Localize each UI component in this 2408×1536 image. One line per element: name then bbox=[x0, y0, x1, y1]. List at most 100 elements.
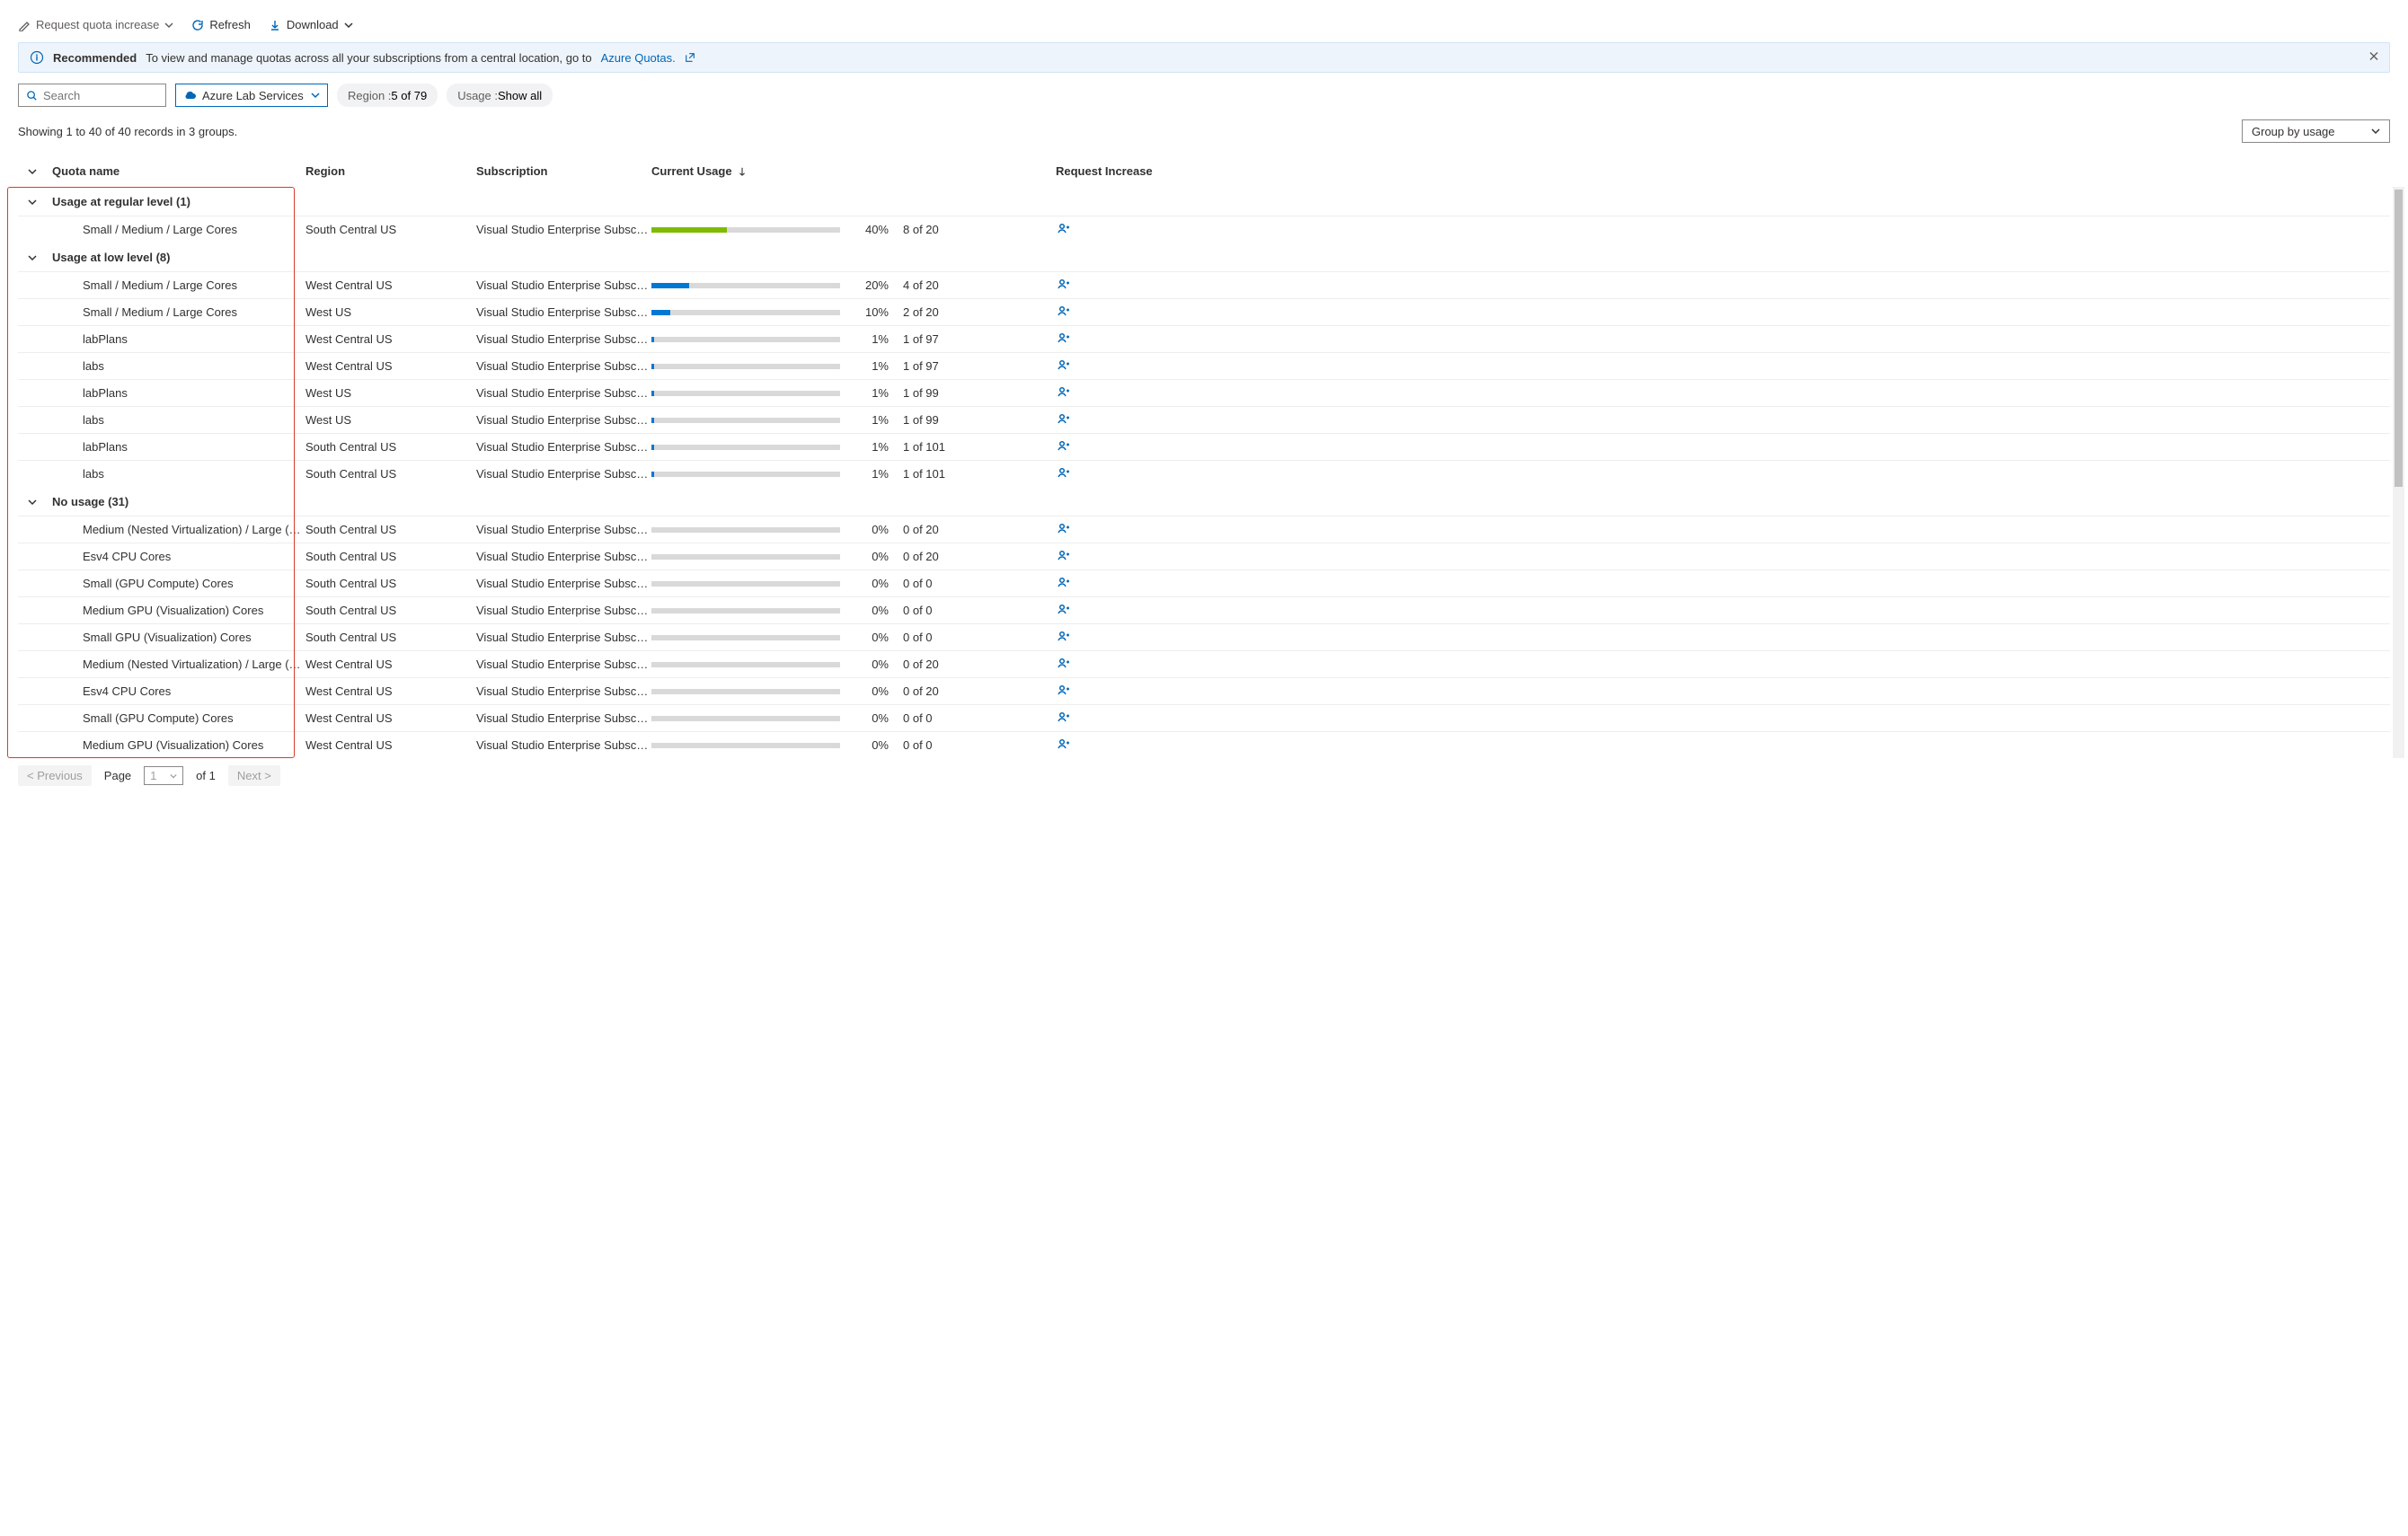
request-increase-button[interactable] bbox=[1056, 305, 1164, 320]
cell-usage: 1% bbox=[651, 440, 903, 454]
person-add-icon bbox=[1056, 657, 1070, 669]
column-header-usage[interactable]: Current Usage bbox=[651, 164, 903, 178]
column-header-name[interactable]: Quota name bbox=[47, 164, 305, 178]
request-increase-button[interactable] bbox=[1056, 412, 1164, 428]
scrollbar-thumb[interactable] bbox=[2395, 190, 2403, 487]
table-row[interactable]: labsWest Central USVisual Studio Enterpr… bbox=[18, 352, 2390, 379]
table-row[interactable]: Small (GPU Compute) CoresSouth Central U… bbox=[18, 569, 2390, 596]
filter-row: Azure Lab Services Region : 5 of 79 Usag… bbox=[18, 84, 2390, 107]
cell-count: 0 of 0 bbox=[903, 604, 1056, 617]
usage-bar bbox=[651, 418, 840, 423]
cell-count: 1 of 97 bbox=[903, 332, 1056, 346]
cell-usage: 10% bbox=[651, 305, 903, 319]
cell-quota-name: labPlans bbox=[47, 440, 305, 454]
cell-region: West Central US bbox=[305, 711, 476, 725]
expand-all-toggle[interactable] bbox=[18, 167, 47, 176]
cell-usage: 0% bbox=[651, 523, 903, 536]
request-increase-button[interactable] bbox=[1056, 576, 1164, 591]
person-add-icon bbox=[1056, 331, 1070, 344]
cell-count: 4 of 20 bbox=[903, 278, 1056, 292]
table-row[interactable]: Small / Medium / Large CoresWest Central… bbox=[18, 271, 2390, 298]
table-row[interactable]: Medium GPU (Visualization) CoresSouth Ce… bbox=[18, 596, 2390, 623]
group-by-dropdown[interactable]: Group by usage bbox=[2242, 119, 2390, 143]
request-increase-button[interactable] bbox=[1056, 358, 1164, 374]
table-row[interactable]: labPlansWest Central USVisual Studio Ent… bbox=[18, 325, 2390, 352]
cell-region: South Central US bbox=[305, 467, 476, 481]
table-row[interactable]: labPlansWest USVisual Studio Enterprise … bbox=[18, 379, 2390, 406]
usage-filter-pill[interactable]: Usage : Show all bbox=[447, 84, 553, 107]
request-increase-button[interactable] bbox=[1056, 549, 1164, 564]
region-filter-key: Region : bbox=[348, 89, 391, 102]
usage-percent: 0% bbox=[849, 577, 889, 590]
usage-bar bbox=[651, 364, 840, 369]
request-increase-button[interactable] bbox=[1056, 222, 1164, 237]
cell-region: West US bbox=[305, 305, 476, 319]
cell-region: South Central US bbox=[305, 577, 476, 590]
person-add-icon bbox=[1056, 576, 1070, 588]
provider-dropdown[interactable]: Azure Lab Services bbox=[175, 84, 328, 107]
request-increase-button[interactable] bbox=[1056, 385, 1164, 401]
request-increase-button[interactable] bbox=[1056, 603, 1164, 618]
usage-percent: 1% bbox=[849, 440, 889, 454]
banner-close-button[interactable] bbox=[2368, 50, 2380, 66]
table-row[interactable]: Esv4 CPU CoresSouth Central USVisual Stu… bbox=[18, 543, 2390, 569]
request-increase-button[interactable] bbox=[1056, 466, 1164, 481]
search-input[interactable] bbox=[43, 89, 158, 102]
person-add-icon bbox=[1056, 439, 1070, 452]
request-quota-increase-button[interactable]: Request quota increase bbox=[18, 18, 173, 31]
table-row[interactable]: Small / Medium / Large CoresWest USVisua… bbox=[18, 298, 2390, 325]
table-row[interactable]: Medium GPU (Visualization) CoresWest Cen… bbox=[18, 731, 2390, 758]
table-row[interactable]: labsSouth Central USVisual Studio Enterp… bbox=[18, 460, 2390, 487]
cloud-icon bbox=[183, 89, 197, 102]
azure-quotas-link[interactable]: Azure Quotas. bbox=[601, 51, 676, 65]
table-row[interactable]: Small / Medium / Large CoresSouth Centra… bbox=[18, 216, 2390, 243]
scrollbar[interactable] bbox=[2393, 187, 2404, 758]
page-select[interactable]: 1 bbox=[144, 766, 183, 785]
group-row[interactable]: Usage at low level (8) bbox=[18, 243, 2390, 271]
group-row[interactable]: Usage at regular level (1) bbox=[18, 187, 2390, 216]
table-row[interactable]: Medium (Nested Virtualization) / Large (… bbox=[18, 650, 2390, 677]
page-of-label: of 1 bbox=[196, 769, 216, 782]
usage-percent: 40% bbox=[849, 223, 889, 236]
download-button[interactable]: Download bbox=[269, 18, 353, 31]
table-row[interactable]: Small GPU (Visualization) CoresSouth Cen… bbox=[18, 623, 2390, 650]
cell-usage: 1% bbox=[651, 413, 903, 427]
request-quota-increase-label: Request quota increase bbox=[36, 18, 159, 31]
column-header-subscription[interactable]: Subscription bbox=[476, 164, 651, 178]
request-increase-button[interactable] bbox=[1056, 657, 1164, 672]
cell-region: West Central US bbox=[305, 684, 476, 698]
group-title: Usage at regular level (1) bbox=[47, 195, 305, 208]
cell-quota-name: Medium GPU (Visualization) Cores bbox=[47, 604, 305, 617]
table-row[interactable]: labPlansSouth Central USVisual Studio En… bbox=[18, 433, 2390, 460]
person-add-icon bbox=[1056, 305, 1070, 317]
table-row[interactable]: labsWest USVisual Studio Enterprise Subs… bbox=[18, 406, 2390, 433]
cell-count: 0 of 0 bbox=[903, 577, 1056, 590]
request-increase-button[interactable] bbox=[1056, 630, 1164, 645]
next-page-button[interactable]: Next > bbox=[228, 765, 280, 786]
column-header-request[interactable]: Request Increase bbox=[1056, 164, 1164, 178]
usage-filter-key: Usage : bbox=[457, 89, 498, 102]
request-increase-button[interactable] bbox=[1056, 331, 1164, 347]
banner-text: To view and manage quotas across all you… bbox=[146, 51, 591, 65]
request-increase-button[interactable] bbox=[1056, 439, 1164, 455]
cell-usage: 1% bbox=[651, 386, 903, 400]
request-increase-button[interactable] bbox=[1056, 737, 1164, 753]
usage-bar bbox=[651, 689, 840, 694]
table-row[interactable]: Esv4 CPU CoresWest Central USVisual Stud… bbox=[18, 677, 2390, 704]
cell-quota-name: Esv4 CPU Cores bbox=[47, 684, 305, 698]
table-row[interactable]: Small (GPU Compute) CoresWest Central US… bbox=[18, 704, 2390, 731]
request-increase-button[interactable] bbox=[1056, 684, 1164, 699]
group-row[interactable]: No usage (31) bbox=[18, 487, 2390, 516]
search-box[interactable] bbox=[18, 84, 166, 107]
cell-usage: 0% bbox=[651, 631, 903, 644]
previous-page-button[interactable]: < Previous bbox=[18, 765, 92, 786]
request-increase-button[interactable] bbox=[1056, 711, 1164, 726]
request-increase-button[interactable] bbox=[1056, 522, 1164, 537]
table-row[interactable]: Medium (Nested Virtualization) / Large (… bbox=[18, 516, 2390, 543]
column-header-region[interactable]: Region bbox=[305, 164, 476, 178]
request-increase-button[interactable] bbox=[1056, 278, 1164, 293]
usage-percent: 1% bbox=[849, 386, 889, 400]
chevron-down-icon bbox=[28, 253, 37, 262]
refresh-button[interactable]: Refresh bbox=[191, 18, 251, 31]
region-filter-pill[interactable]: Region : 5 of 79 bbox=[337, 84, 438, 107]
